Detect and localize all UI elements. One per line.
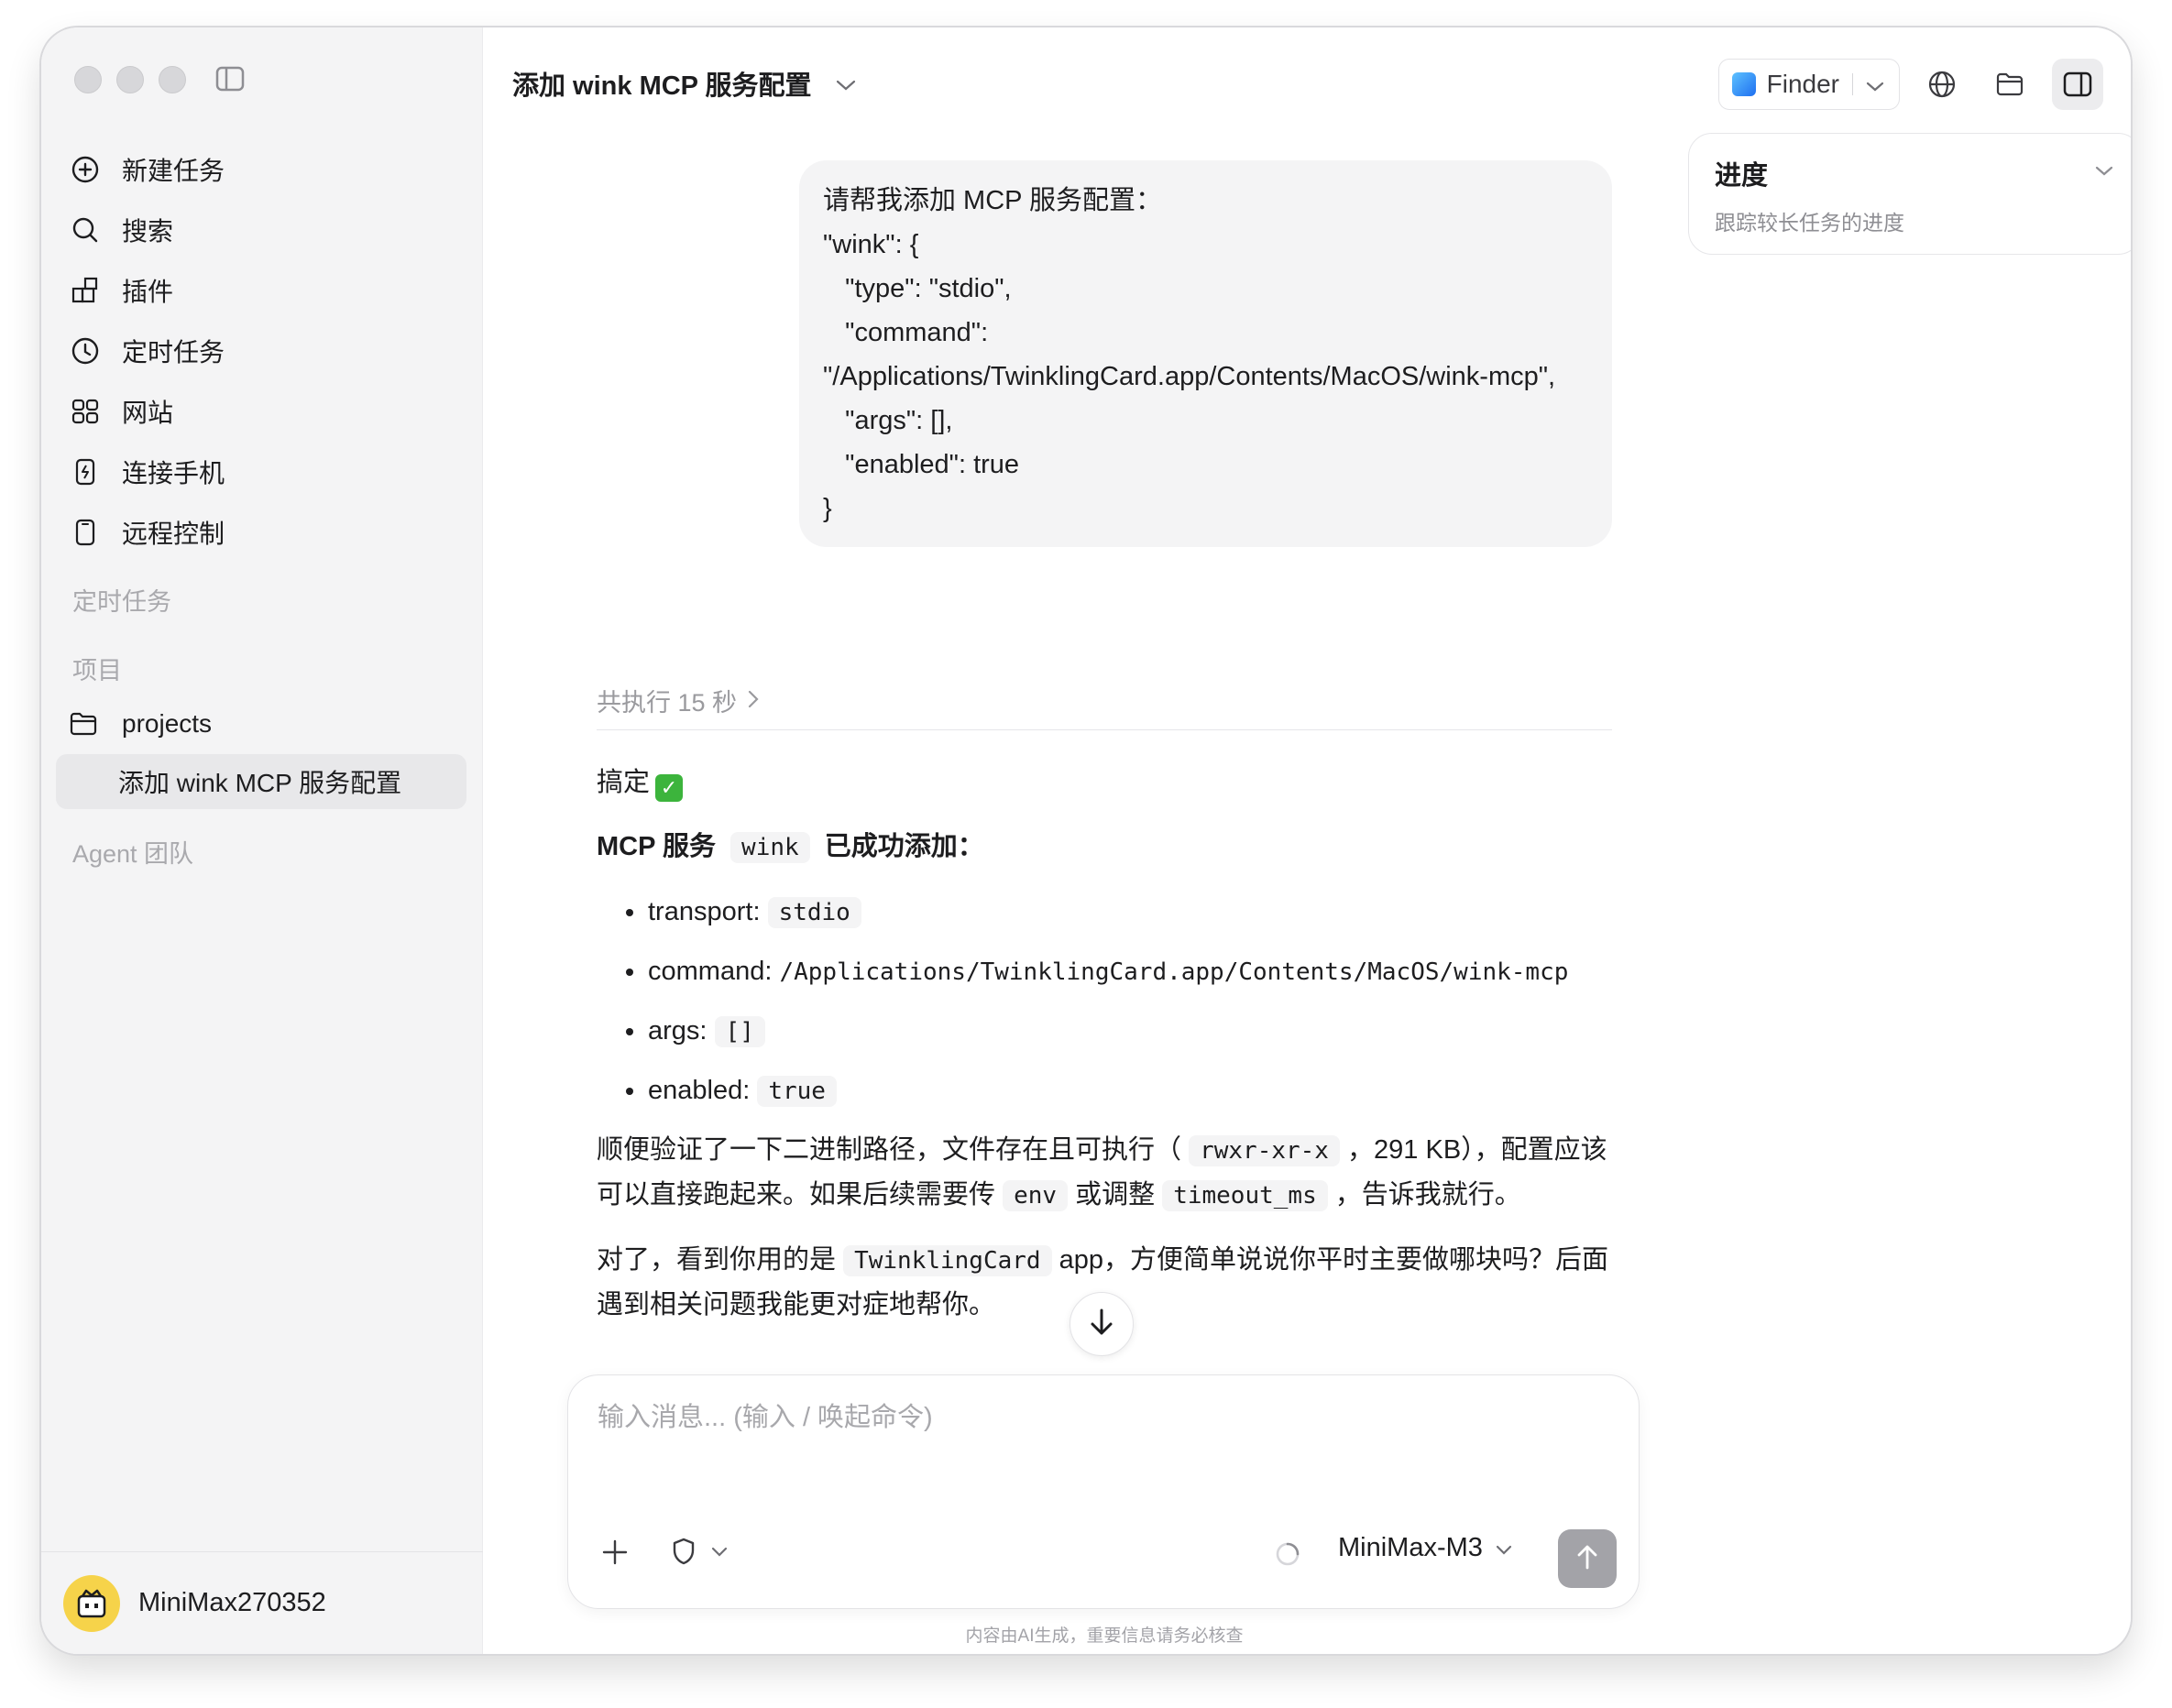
sidebar-item-search[interactable]: 搜索	[69, 200, 454, 260]
folder-icon[interactable]	[1984, 59, 2035, 110]
conversation-title-dropdown[interactable]: 添加 wink MCP 服务配置	[512, 64, 856, 103]
finder-icon	[1731, 72, 1756, 96]
model-label: MiniMax-M3	[1338, 1533, 1483, 1562]
message-composer: MiniMax-M3	[567, 1374, 1640, 1609]
sidebar-item-label: 搜索	[122, 217, 174, 246]
sidebar-task-active[interactable]: 添加 wink MCP 服务配置	[56, 754, 466, 809]
username: MiniMax270352	[138, 1588, 326, 1617]
sidebar-item-label: 远程控制	[122, 520, 225, 548]
project-folder[interactable]: projects	[69, 707, 212, 740]
plus-circle-icon	[69, 153, 102, 186]
execution-summary-label: 共执行 15 秒	[597, 689, 738, 717]
project-folder-label: projects	[122, 709, 213, 738]
reply-heading: MCP 服务 wink 已成功添加：	[597, 832, 984, 863]
permission-mode-dropdown[interactable]	[671, 1537, 728, 1571]
progress-card[interactable]: 进度 跟踪较长任务的进度	[1688, 133, 2131, 255]
reply-done-line: 搞定 ✓	[597, 761, 1612, 805]
section-agent-team[interactable]: Agent 团队	[72, 834, 193, 870]
clock-icon	[69, 334, 102, 367]
window-controls	[74, 66, 186, 93]
list-item: enabled: true	[626, 1068, 1612, 1113]
search-icon	[69, 214, 102, 246]
remote-device-icon	[69, 516, 102, 549]
sidebar-item-scheduled[interactable]: 定时任务	[69, 321, 454, 381]
phone-link-icon	[69, 455, 102, 488]
sidebar-item-label: 连接手机	[122, 459, 225, 487]
sidebar-toggle-icon[interactable]	[215, 66, 245, 92]
sidebar-item-label: 网站	[122, 399, 174, 427]
sidebar-item-new-task[interactable]: 新建任务	[69, 139, 454, 200]
plugin-icon	[69, 274, 102, 307]
folder-icon	[69, 707, 102, 740]
sidebar-nav: 新建任务 搜索 插件 定时任务 网站 连接手机 远程控制	[69, 139, 454, 563]
user-message: 请帮我添加 MCP 服务配置： "wink": { "type": "stdio…	[799, 160, 1612, 547]
sidebar-item-connect-phone[interactable]: 连接手机	[69, 442, 454, 502]
right-panel-toggle-icon[interactable]	[2052, 59, 2103, 110]
sidebar: 新建任务 搜索 插件 定时任务 网站 连接手机 远程控制 定时任务 项目 pro…	[41, 27, 483, 1654]
chevron-down-icon	[711, 1546, 728, 1562]
divider	[597, 729, 1612, 730]
toolbar: Finder	[1717, 59, 2103, 110]
chevron-down-icon	[836, 69, 856, 99]
avatar	[63, 1574, 120, 1632]
shield-icon	[671, 1537, 697, 1571]
reply-paragraph: 顺便验证了一下二进制路径，文件存在且可执行（ rwxr-xr-x ，291 KB…	[597, 1135, 1607, 1211]
sidebar-item-label: 定时任务	[122, 338, 225, 367]
check-icon: ✓	[655, 774, 684, 802]
minimize-window-button[interactable]	[116, 66, 144, 93]
open-in-finder-button[interactable]: Finder	[1717, 59, 1900, 110]
user-profile[interactable]: MiniMax270352	[41, 1551, 483, 1654]
list-item: command: /Applications/TwinklingCard.app…	[626, 949, 1612, 994]
progress-title: 进度	[1715, 161, 1769, 191]
section-projects[interactable]: 项目	[72, 651, 122, 686]
chevron-down-icon[interactable]	[2095, 165, 2113, 181]
finder-label: Finder	[1766, 70, 1839, 98]
sidebar-item-remote-control[interactable]: 远程控制	[69, 502, 454, 563]
chevron-down-icon[interactable]	[1866, 70, 1884, 99]
execution-summary[interactable]: 共执行 15 秒	[597, 683, 759, 718]
close-window-button[interactable]	[74, 66, 102, 93]
message-input[interactable]	[598, 1403, 1514, 1433]
list-item: transport: stdio	[626, 890, 1612, 935]
sidebar-item-plugins[interactable]: 插件	[69, 260, 454, 321]
chat-transcript[interactable]: 请帮我添加 MCP 服务配置： "wink": { "type": "stdio…	[483, 119, 1674, 1384]
chevron-right-icon	[748, 686, 759, 715]
loading-spinner-icon	[1274, 1540, 1301, 1572]
arrow-down-icon	[1089, 1308, 1114, 1341]
config-list: transport: stdio command: /Applications/…	[626, 890, 1612, 1113]
sidebar-item-websites[interactable]: 网站	[69, 381, 454, 442]
add-attachment-button[interactable]	[601, 1538, 629, 1571]
ai-disclaimer: 内容由AI生成，重要信息请务必核查	[965, 1626, 1244, 1646]
assistant-message: 搞定 ✓ MCP 服务 wink 已成功添加： transport: stdio …	[597, 761, 1612, 1347]
sidebar-item-label: 新建任务	[122, 157, 225, 185]
model-selector[interactable]: MiniMax-M3	[1338, 1533, 1512, 1563]
progress-subtitle: 跟踪较长任务的进度	[1715, 211, 1904, 235]
list-item: args: []	[626, 1009, 1612, 1054]
send-button[interactable]	[1558, 1529, 1617, 1588]
main-panel: 添加 wink MCP 服务配置 Finder 请帮我添加 MCP 服务配置： …	[483, 27, 2131, 1654]
chevron-down-icon	[1496, 1533, 1512, 1563]
app-window: 新建任务 搜索 插件 定时任务 网站 连接手机 远程控制 定时任务 项目 pro…	[41, 27, 2131, 1654]
grid-icon	[69, 395, 102, 428]
sidebar-item-label: 插件	[122, 278, 174, 306]
scroll-to-bottom-button[interactable]	[1070, 1292, 1134, 1356]
arrow-up-icon	[1574, 1543, 1600, 1575]
page-title: 添加 wink MCP 服务配置	[512, 71, 812, 101]
section-scheduled[interactable]: 定时任务	[72, 582, 171, 618]
globe-icon[interactable]	[1916, 59, 1968, 110]
zoom-window-button[interactable]	[159, 66, 186, 93]
